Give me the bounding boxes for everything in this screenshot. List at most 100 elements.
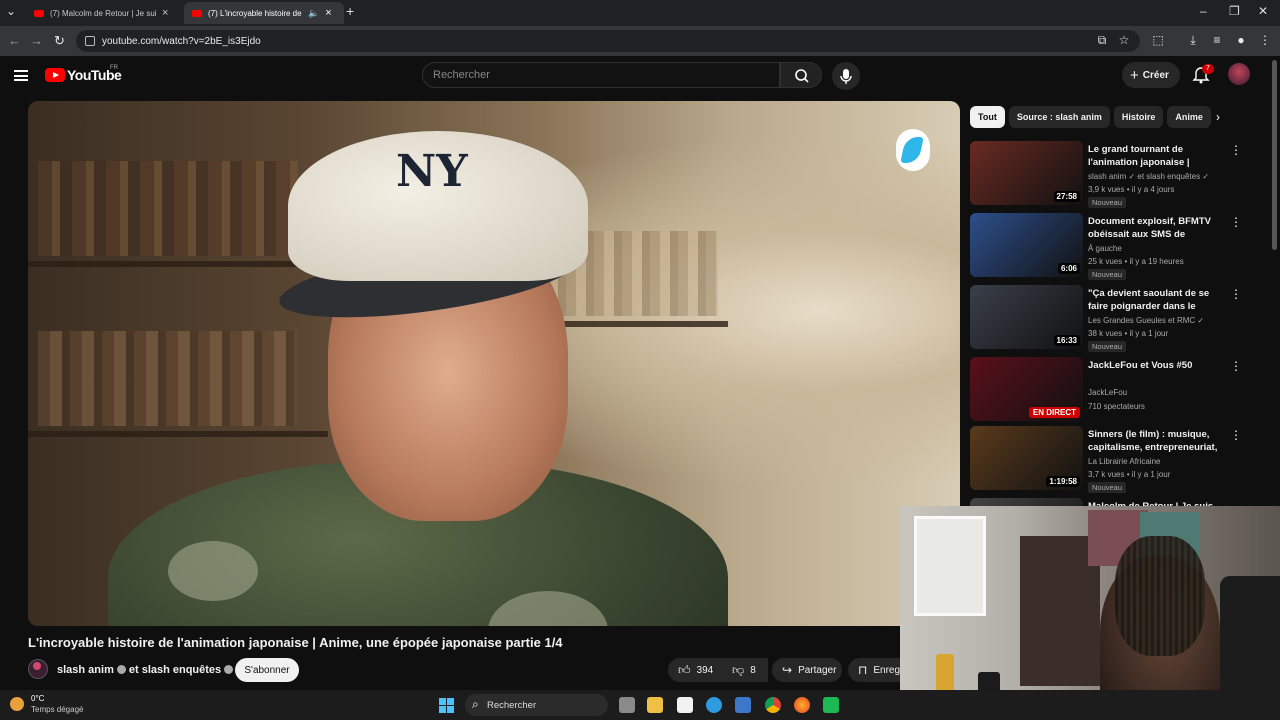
- share-button[interactable]: ↪ Partager: [772, 658, 842, 682]
- search-button[interactable]: [780, 62, 822, 88]
- recommendation-channel[interactable]: À gauche: [1088, 244, 1122, 253]
- jar-decor: [936, 654, 954, 694]
- channel-name-row[interactable]: slash anim et slash enquêtes: [57, 664, 236, 676]
- account-avatar[interactable]: [1228, 63, 1250, 85]
- store-icon[interactable]: [735, 697, 751, 713]
- chip-anime[interactable]: Anime: [1167, 106, 1211, 128]
- file-explorer-icon[interactable]: [647, 697, 663, 713]
- recommendation-title[interactable]: Document explosif, BFMTV obéissait aux S…: [1088, 215, 1222, 242]
- address-bar[interactable]: youtube.com/watch?v=2bE_is3Ejdo: [76, 30, 1140, 52]
- new-tab-icon[interactable]: +: [346, 3, 354, 19]
- hamburger-menu-icon[interactable]: [14, 70, 28, 81]
- like-count: 394: [696, 664, 714, 676]
- search-placeholder: Rechercher: [433, 69, 490, 81]
- close-window-icon[interactable]: ✕: [1258, 4, 1268, 18]
- tab-list-icon[interactable]: ⌄: [6, 4, 16, 18]
- recommendation-channel[interactable]: slash anim ✓ et slash enquêtes ✓: [1088, 172, 1209, 181]
- recommendation-item[interactable]: 16:33 "Ça devient saoulant de se faire po…: [970, 285, 1242, 352]
- app-icon[interactable]: [823, 697, 839, 713]
- video-thumbnail[interactable]: 6:06: [970, 213, 1083, 277]
- download-icon[interactable]: ⤓: [1186, 33, 1200, 47]
- recommendation-item[interactable]: 27:58 Le grand tournant de l'animation ja…: [970, 141, 1242, 208]
- video-player[interactable]: NY: [28, 101, 960, 626]
- more-options-icon[interactable]: ⋮: [1230, 215, 1242, 229]
- weather-description[interactable]: Temps dégagé: [31, 705, 83, 714]
- menu-icon[interactable]: ⋮: [1258, 33, 1272, 47]
- more-options-icon[interactable]: ⋮: [1230, 359, 1242, 373]
- media-control-icon[interactable]: ≡: [1210, 33, 1224, 47]
- edge-icon[interactable]: [706, 697, 722, 713]
- subscribe-button[interactable]: S'abonner: [235, 658, 299, 682]
- recommendation-title[interactable]: JackLeFou et Vous #50: [1088, 359, 1222, 372]
- browser-toolbar: ← → ↻ youtube.com/watch?v=2bE_is3Ejdo: [0, 26, 1280, 56]
- page-scrollbar[interactable]: [1272, 60, 1277, 250]
- speaker-icon[interactable]: 🔈: [308, 8, 319, 19]
- chevron-right-icon[interactable]: ›: [1216, 110, 1220, 124]
- duration-badge: 6:06: [1057, 263, 1080, 274]
- recommendation-item[interactable]: 6:06 Document explosif, BFMTV obéissait a…: [970, 213, 1242, 280]
- video-thumbnail[interactable]: 27:58: [970, 141, 1083, 205]
- firefox-icon[interactable]: [794, 697, 810, 713]
- extensions-icon[interactable]: ⬚: [1151, 33, 1165, 47]
- recommendation-channel[interactable]: JackLeFou: [1088, 388, 1127, 397]
- chip-tout[interactable]: Tout: [970, 106, 1005, 128]
- search-input[interactable]: Rechercher: [422, 62, 780, 88]
- recommendation-title[interactable]: Le grand tournant de l'animation japonai…: [1088, 143, 1222, 170]
- filter-chips: Tout Source : slash anim Histoire Anime: [970, 106, 1216, 130]
- bookmark-star-icon[interactable]: ☆: [1117, 33, 1131, 47]
- restore-icon[interactable]: ❐: [1229, 4, 1240, 18]
- more-options-icon[interactable]: ⋮: [1230, 287, 1242, 301]
- cap-logo: NY: [396, 146, 468, 197]
- taskbar-search[interactable]: Rechercher: [465, 694, 608, 716]
- channel-watermark-icon[interactable]: [896, 129, 930, 171]
- site-info-icon[interactable]: [85, 36, 95, 46]
- recommendation-channel[interactable]: Les Grandes Gueules et RMC ✓: [1088, 316, 1204, 325]
- new-badge: Nouveau: [1088, 269, 1127, 280]
- chrome-icon[interactable]: [765, 697, 781, 713]
- video-thumbnail[interactable]: 16:33: [970, 285, 1083, 349]
- youtube-header: YouTube FR Rechercher + Créer 7: [0, 56, 1280, 96]
- notepad-icon[interactable]: [677, 697, 693, 713]
- recommendation-channel[interactable]: La Librairie Africaine: [1088, 457, 1160, 466]
- plus-icon: +: [1130, 66, 1139, 84]
- chip-source[interactable]: Source : slash anim: [1008, 106, 1110, 128]
- recommendation-item[interactable]: 1:19:58 Sinners (le film) : musique, capi…: [970, 426, 1242, 493]
- close-icon[interactable]: ×: [325, 7, 331, 19]
- voice-search-button[interactable]: [832, 62, 860, 90]
- recommendation-title[interactable]: Sinners (le film) : musique, capitalisme…: [1088, 428, 1222, 455]
- temperature[interactable]: 0°C: [31, 694, 44, 703]
- duration-badge: 1:19:58: [1046, 476, 1080, 487]
- windows-start-icon[interactable]: [439, 698, 454, 713]
- bookmark-icon: ⊓: [858, 663, 868, 677]
- url-text: youtube.com/watch?v=2bE_is3Ejdo: [102, 35, 261, 47]
- video-thumbnail[interactable]: EN DIRECT: [970, 357, 1083, 421]
- recommendation-item[interactable]: EN DIRECT JackLeFou et Vous #50 JackLeFou 7…: [970, 357, 1242, 423]
- create-button[interactable]: + Créer: [1122, 62, 1180, 88]
- dislike-count: 8: [750, 664, 756, 676]
- youtube-logo-icon[interactable]: [45, 68, 65, 82]
- channel-suffix[interactable]: et slash enquêtes: [129, 664, 221, 676]
- channel-avatar[interactable]: [28, 659, 48, 679]
- reload-icon[interactable]: ↻: [54, 33, 65, 49]
- duration-badge: 27:58: [1053, 191, 1080, 202]
- recommendation-meta: 3,9 k vues • il y a 4 jours: [1088, 185, 1175, 194]
- tab-incroyable-histoire[interactable]: (7) L'incroyable histoire de l' 🔈 ×: [184, 2, 344, 24]
- back-icon[interactable]: ←: [8, 33, 21, 48]
- video-thumbnail[interactable]: 1:19:58: [970, 426, 1083, 490]
- close-icon[interactable]: ×: [162, 7, 168, 19]
- more-options-icon[interactable]: ⋮: [1230, 428, 1242, 442]
- install-app-icon[interactable]: ⧉: [1095, 33, 1109, 47]
- new-badge: Nouveau: [1088, 197, 1127, 208]
- recommendation-title[interactable]: "Ça devient saoulant de se faire poignar…: [1088, 287, 1222, 314]
- tab-malcolm[interactable]: (7) Malcolm de Retour | Je suis ×: [26, 2, 182, 24]
- forward-icon[interactable]: →: [30, 33, 43, 48]
- weather-sun-icon[interactable]: [10, 697, 24, 711]
- more-options-icon[interactable]: ⋮: [1230, 143, 1242, 157]
- minimize-icon[interactable]: –: [1200, 4, 1207, 18]
- task-view-icon[interactable]: [619, 697, 635, 713]
- dislike-button[interactable]: 👎︎ 8: [722, 658, 768, 682]
- recommendation-meta: 710 spectateurs: [1088, 402, 1145, 411]
- chip-histoire[interactable]: Histoire: [1113, 106, 1164, 128]
- channel-name[interactable]: slash anim: [57, 664, 114, 676]
- profile-icon[interactable]: ●: [1234, 33, 1248, 47]
